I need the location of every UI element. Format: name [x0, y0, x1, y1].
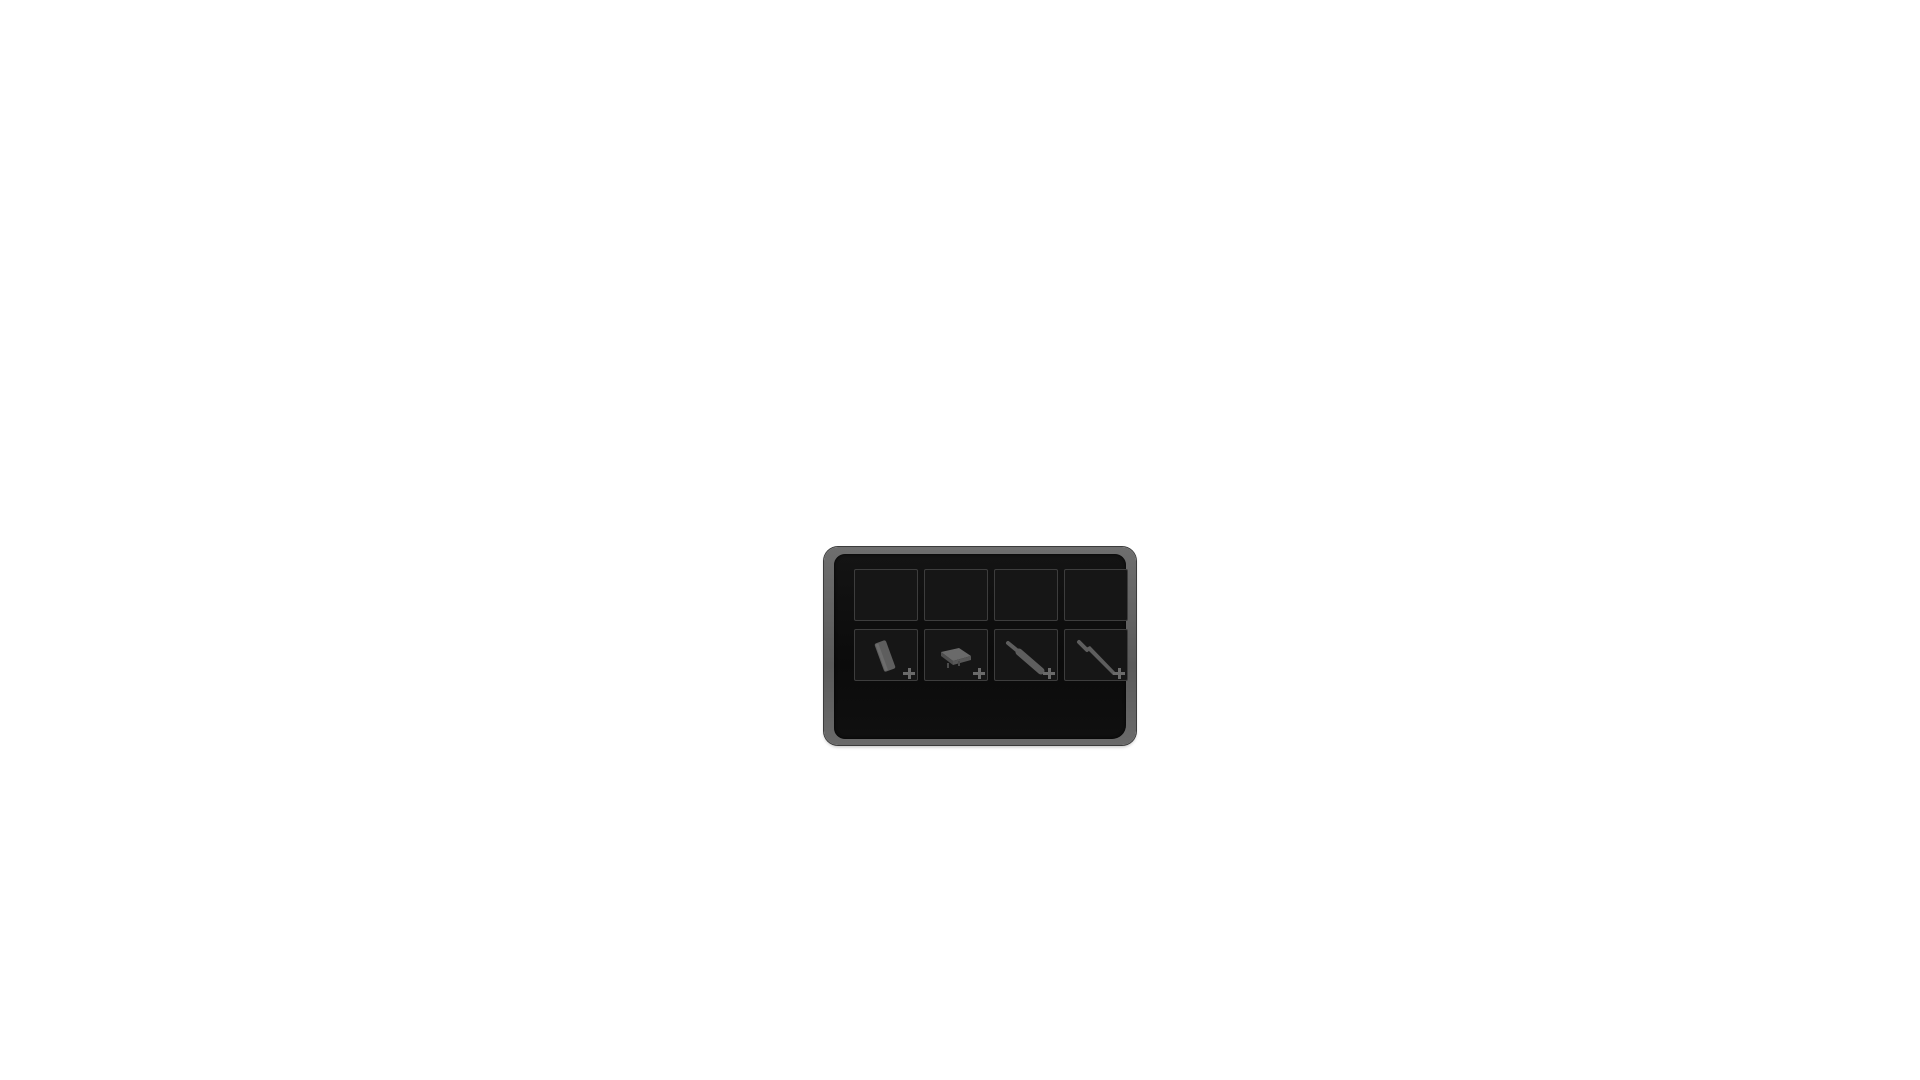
add-icon[interactable] [973, 667, 985, 679]
inventory-slot-bat[interactable] [994, 629, 1058, 681]
inventory-slot-empty[interactable] [924, 569, 988, 621]
inventory-inner [834, 554, 1128, 739]
add-icon[interactable] [1043, 667, 1055, 679]
inventory-slot-empty[interactable] [854, 569, 918, 621]
inventory-grid [854, 569, 1128, 681]
inventory-slot-bar[interactable] [854, 629, 918, 681]
inventory-slot-knife[interactable] [1064, 629, 1128, 681]
inventory-slot-pack[interactable] [924, 629, 988, 681]
inventory-slot-empty[interactable] [994, 569, 1058, 621]
inventory-slot-empty[interactable] [1064, 569, 1128, 621]
game-screen [0, 0, 1920, 1080]
inventory-panel [824, 547, 1136, 745]
add-icon[interactable] [903, 667, 915, 679]
add-icon[interactable] [1113, 667, 1125, 679]
